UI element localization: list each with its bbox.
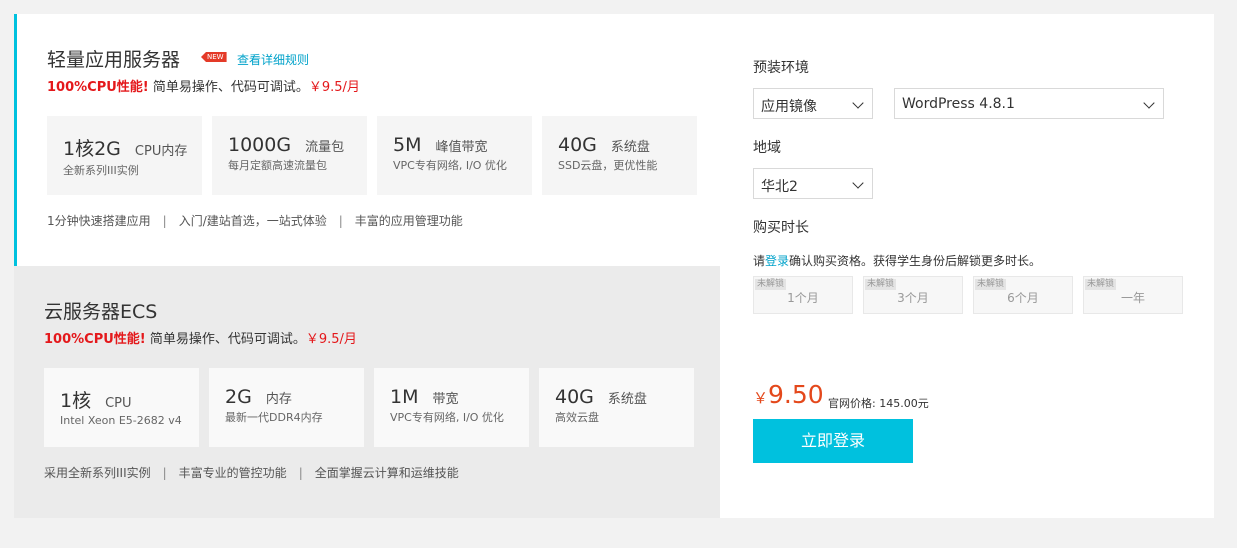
spec-value: 2G bbox=[225, 386, 252, 408]
spec-unit: 峰值带宽 bbox=[435, 140, 488, 155]
region-label: 地域 bbox=[753, 140, 781, 156]
feature-item: 丰富的应用管理功能 bbox=[354, 214, 463, 228]
feature-separator: | bbox=[338, 214, 343, 228]
spec-disk: 40G 系统盘 SSD云盘，更优性能 bbox=[542, 116, 697, 195]
lightweight-server-section[interactable]: 轻量应用服务器 NEW 查看详细规则 100%CPU性能! 简单易操作、代码可调… bbox=[14, 14, 720, 266]
chevron-down-icon bbox=[852, 177, 864, 189]
notice-prefix: 请 bbox=[753, 254, 766, 268]
region-select[interactable]: 华北2 bbox=[753, 168, 873, 199]
notice-suffix: 确认购买资格。获得学生身份后解锁更多时长。 bbox=[789, 254, 1042, 268]
spec-sub: SSD云盘，更优性能 bbox=[558, 159, 658, 172]
login-notice: 请登录确认购买资格。获得学生身份后解锁更多时长。 bbox=[753, 252, 1041, 269]
promo-price: ￥9.5/月 bbox=[305, 332, 357, 347]
spec-unit: CPU内存 bbox=[134, 144, 188, 159]
price-value: 9.50 bbox=[768, 380, 824, 409]
env-type-select[interactable]: 应用镜像 bbox=[753, 88, 873, 119]
spec-cpu: 1核 CPU Intel Xeon E5-2682 v4 bbox=[44, 368, 199, 447]
feature-item: 全面掌握云计算和运维技能 bbox=[314, 466, 459, 480]
spec-value: 5M bbox=[393, 134, 422, 156]
product-card: 轻量应用服务器 NEW 查看详细规则 100%CPU性能! 简单易操作、代码可调… bbox=[14, 14, 1214, 518]
spec-traffic: 1000G 流量包 每月定额高速流量包 bbox=[212, 116, 367, 195]
feature-item: 采用全新系列III实例 bbox=[44, 466, 151, 480]
chevron-down-icon bbox=[1143, 97, 1155, 109]
feature-separator: | bbox=[298, 466, 303, 480]
spec-unit: 流量包 bbox=[305, 140, 345, 155]
duration-option-6-months[interactable]: 未解锁 6个月 bbox=[973, 276, 1073, 314]
region-value: 华北2 bbox=[761, 179, 798, 195]
duration-option-3-months[interactable]: 未解锁 3个月 bbox=[863, 276, 963, 314]
feature-item: 丰富专业的管控功能 bbox=[178, 466, 287, 480]
spec-value: 1核2G bbox=[63, 138, 121, 160]
promo-highlight: 100%CPU性能! bbox=[47, 80, 149, 95]
lightweight-title: 轻量应用服务器 bbox=[47, 49, 181, 71]
ecs-promo: 100%CPU性能! 简单易操作、代码可调试。￥9.5/月 bbox=[44, 328, 357, 347]
promo-text: 简单易操作、代码可调试。 bbox=[152, 80, 309, 95]
new-badge: NEW bbox=[201, 52, 227, 62]
promo-price: ￥9.5/月 bbox=[308, 80, 360, 95]
spec-cpu-memory: 1核2G CPU内存 全新系列III实例 bbox=[47, 116, 202, 195]
official-price: 官网价格: 145.00元 bbox=[828, 397, 929, 410]
env-label: 预装环境 bbox=[753, 60, 809, 76]
spec-value: 1000G bbox=[228, 134, 292, 156]
feature-item: 入门/建站首选，一站式体验 bbox=[178, 214, 327, 228]
promo-text: 简单易操作、代码可调试。 bbox=[149, 332, 306, 347]
spec-bandwidth: 1M 带宽 VPC专有网络, I/O 优化 bbox=[374, 368, 529, 447]
duration-label-text: 6个月 bbox=[1007, 291, 1039, 305]
login-button[interactable]: 立即登录 bbox=[753, 419, 913, 463]
ecs-features: 采用全新系列III实例 | 丰富专业的管控功能 | 全面掌握云计算和运维技能 bbox=[44, 464, 459, 481]
spec-disk: 40G 系统盘 高效云盘 bbox=[539, 368, 694, 447]
spec-sub: 全新系列III实例 bbox=[63, 164, 139, 177]
spec-unit: 系统盘 bbox=[607, 392, 647, 407]
duration-option-1-year[interactable]: 未解锁 一年 bbox=[1083, 276, 1183, 314]
lightweight-features: 1分钟快速搭建应用 | 入门/建站首选，一站式体验 | 丰富的应用管理功能 bbox=[47, 212, 463, 229]
price-display: ￥9.50 bbox=[753, 380, 824, 409]
ecs-title: 云服务器ECS bbox=[44, 301, 158, 323]
spec-sub: VPC专有网络, I/O 优化 bbox=[390, 411, 504, 424]
spec-value: 40G bbox=[555, 386, 594, 408]
env-type-value: 应用镜像 bbox=[761, 99, 817, 115]
spec-value: 1M bbox=[390, 386, 419, 408]
spec-sub: 高效云盘 bbox=[555, 411, 599, 424]
spec-unit: 系统盘 bbox=[610, 140, 650, 155]
duration-option-1-month[interactable]: 未解锁 1个月 bbox=[753, 276, 853, 314]
env-image-value: WordPress 4.8.1 bbox=[902, 96, 1015, 112]
ecs-section[interactable]: 云服务器ECS 100%CPU性能! 简单易操作、代码可调试。￥9.5/月 1核… bbox=[14, 266, 720, 518]
lightweight-promo: 100%CPU性能! 简单易操作、代码可调试。￥9.5/月 bbox=[47, 76, 360, 95]
duration-label-text: 3个月 bbox=[897, 291, 929, 305]
view-rules-link[interactable]: 查看详细规则 bbox=[237, 51, 309, 68]
feature-separator: | bbox=[162, 214, 167, 228]
spec-sub: 每月定额高速流量包 bbox=[228, 159, 327, 172]
spec-unit: 带宽 bbox=[432, 392, 459, 407]
spec-value: 40G bbox=[558, 134, 597, 156]
spec-bandwidth: 5M 峰值带宽 VPC专有网络, I/O 优化 bbox=[377, 116, 532, 195]
spec-sub: 最新一代DDR4内存 bbox=[225, 411, 323, 424]
notice-login-link[interactable]: 登录 bbox=[765, 254, 789, 268]
spec-sub: Intel Xeon E5-2682 v4 bbox=[60, 414, 182, 427]
spec-value: 1核 bbox=[60, 390, 92, 412]
spec-sub: VPC专有网络, I/O 优化 bbox=[393, 159, 507, 172]
chevron-down-icon bbox=[852, 97, 864, 109]
duration-label-text: 一年 bbox=[1120, 291, 1145, 305]
feature-item: 1分钟快速搭建应用 bbox=[47, 214, 151, 228]
price-currency: ￥ bbox=[753, 389, 769, 407]
duration-label: 购买时长 bbox=[753, 220, 809, 236]
spec-unit: 内存 bbox=[265, 392, 292, 407]
spec-unit: CPU bbox=[105, 396, 132, 411]
env-image-select[interactable]: WordPress 4.8.1 bbox=[894, 88, 1164, 119]
promo-highlight: 100%CPU性能! bbox=[44, 332, 146, 347]
spec-memory: 2G 内存 最新一代DDR4内存 bbox=[209, 368, 364, 447]
duration-label-text: 1个月 bbox=[787, 291, 819, 305]
feature-separator: | bbox=[162, 466, 167, 480]
